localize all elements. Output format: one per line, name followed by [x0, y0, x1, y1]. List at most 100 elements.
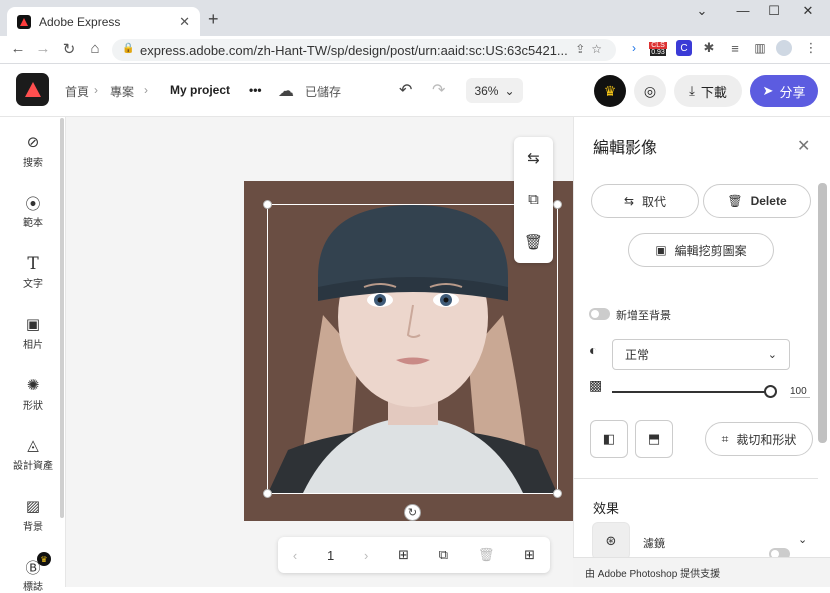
cls-badge: 0.93: [650, 49, 666, 56]
panel-divider: [573, 478, 818, 479]
reload-icon[interactable]: ↻: [59, 40, 79, 58]
crop-label: 裁切和形狀: [736, 432, 797, 447]
c-extension-icon[interactable]: C: [676, 40, 692, 56]
search-icon: ⊘: [26, 134, 40, 151]
delete-label: Delete: [750, 194, 787, 208]
media-icon[interactable]: ≡: [727, 40, 743, 56]
maximize-button[interactable]: ☐: [759, 3, 789, 19]
flip-vertical-button[interactable]: ⬒: [635, 420, 673, 458]
sidebar-item-label: 形狀: [23, 401, 43, 412]
cls-extension-icon[interactable]: CLS 0.93: [648, 39, 668, 59]
minimize-button[interactable]: —: [728, 3, 758, 18]
effects-heading: 效果: [593, 501, 620, 516]
terminal-extension-icon[interactable]: ›: [626, 40, 642, 56]
back-icon[interactable]: ←: [8, 40, 28, 57]
filters-thumbnail[interactable]: ⊛: [592, 522, 630, 560]
url-field[interactable]: 🔒 express.adobe.com/zh-Hant-TW/sp/design…: [112, 39, 616, 61]
sidebar-item-label: 文字: [23, 279, 43, 290]
home-icon[interactable]: ⌂: [85, 40, 105, 57]
page-navigator: ‹ 1 › ⊞ ⧉ 🗑 ⊞: [278, 537, 550, 573]
filters-icon: ⊛: [605, 533, 617, 548]
crown-icon: ♛: [603, 82, 617, 99]
image-icon: ▣: [655, 243, 667, 257]
duplicate-icon[interactable]: ⧉: [528, 191, 539, 208]
panel-scrollbar[interactable]: [818, 183, 827, 443]
new-tab-button[interactable]: +: [208, 9, 219, 30]
duplicate-page-icon[interactable]: ⧉: [439, 547, 448, 563]
prev-page-icon[interactable]: ‹: [293, 548, 297, 563]
sidebar-item-photos[interactable]: ▣ 相片: [0, 315, 66, 351]
resize-handle-bottom-left[interactable]: [263, 489, 272, 498]
omnibox-actions[interactable]: ⇪☆: [575, 42, 608, 56]
add-page-icon[interactable]: ⊞: [398, 547, 409, 563]
blend-mode-icon: ◐: [589, 342, 598, 358]
rotate-icon[interactable]: ↻: [404, 504, 421, 521]
sidebar-item-label: 搜索: [23, 158, 43, 169]
chevron-down-icon: ⌄: [767, 349, 777, 361]
crop-and-shape-button[interactable]: ⌗ 裁切和形狀: [705, 422, 813, 456]
redo-icon[interactable]: ↷: [432, 80, 445, 100]
cloud-icon: ☁: [278, 83, 294, 100]
resize-handle-top-right[interactable]: [553, 200, 562, 209]
filters-label: 濾鏡: [643, 538, 665, 550]
replace-button[interactable]: ⇆ 取代: [591, 184, 699, 218]
sidebar-item-design-assets[interactable]: ◬ 設計資產: [0, 436, 66, 472]
delete-button[interactable]: 🗑 Delete: [703, 184, 811, 218]
lock-icon: 🔒: [122, 43, 135, 54]
templates-icon: ⦿: [25, 196, 41, 213]
flip-horizontal-button[interactable]: ◧: [590, 420, 628, 458]
opacity-slider-track[interactable]: [612, 391, 770, 393]
next-page-icon[interactable]: ›: [364, 548, 368, 563]
share-button[interactable]: ➤ 分享: [750, 75, 818, 107]
sidebar-item-shapes[interactable]: ✺ 形狀: [0, 376, 66, 412]
sidebar-item-text[interactable]: T 文字: [0, 254, 66, 290]
more-options-button[interactable]: •••: [249, 83, 262, 97]
chevron-down-icon: ⌄: [504, 83, 515, 98]
sidebar-item-background[interactable]: ▨ 背景: [0, 497, 66, 533]
shapes-icon: ✺: [26, 377, 40, 394]
menu-icon[interactable]: ⋮: [803, 40, 819, 56]
browser-tab[interactable]: Adobe Express ✕: [7, 7, 200, 36]
powered-by-footer: 由 Adobe Photoshop 提供支援: [573, 557, 830, 587]
sidebar-item-brand[interactable]: Ⓑ 標誌: [0, 557, 66, 593]
opacity-slider-knob[interactable]: [764, 385, 777, 398]
delete-page-icon[interactable]: 🗑: [478, 547, 495, 563]
chevron-down-icon[interactable]: ⌄: [798, 533, 807, 546]
sidebar-item-templates[interactable]: ⦿ 範本: [0, 193, 66, 229]
url-text: express.adobe.com/zh-Hant-TW/sp/design/p…: [140, 42, 568, 58]
zoom-dropdown[interactable]: 36% ⌄: [466, 78, 523, 103]
swap-icon[interactable]: ⇆: [527, 149, 540, 167]
add-to-background-toggle[interactable]: [589, 308, 610, 320]
grid-view-icon[interactable]: ⊞: [524, 547, 535, 563]
swap-icon: ⇆: [623, 194, 635, 208]
breadcrumb-home[interactable]: 首頁: [65, 83, 89, 100]
adobe-express-logo[interactable]: [16, 73, 49, 106]
edit-cutout-button[interactable]: ▣ 編輯挖剪圖案: [628, 233, 774, 267]
window-close-button[interactable]: ✕: [793, 3, 823, 19]
project-name[interactable]: My project: [170, 83, 230, 97]
chevron-down-icon[interactable]: ⌄: [687, 3, 717, 19]
resize-handle-top-left[interactable]: [263, 200, 272, 209]
puzzle-icon[interactable]: ✱: [701, 40, 717, 56]
sidepanel-icon[interactable]: ▥: [752, 40, 768, 56]
blend-mode-select[interactable]: 正常 ⌄: [612, 339, 790, 370]
background-icon: ▨: [25, 498, 41, 515]
download-button[interactable]: ⤓ 下載: [674, 75, 742, 107]
opacity-icon: ▩: [589, 377, 603, 393]
share-label: 分享: [779, 84, 806, 100]
opacity-value[interactable]: 100: [790, 386, 810, 398]
sidebar-scrollbar[interactable]: [60, 118, 64, 518]
lightbulb-button[interactable]: ◎: [634, 75, 666, 107]
forward-icon[interactable]: →: [33, 40, 53, 57]
flip-horizontal-icon: ◧: [602, 431, 616, 446]
close-icon[interactable]: ✕: [797, 136, 810, 156]
breadcrumb-projects[interactable]: 專案: [110, 83, 134, 100]
sidebar-item-search[interactable]: ⊘ 搜索: [0, 133, 66, 169]
panel-title: 編輯影像: [593, 140, 658, 157]
profile-avatar[interactable]: [776, 40, 792, 56]
tab-close-icon[interactable]: ✕: [179, 14, 190, 30]
trash-icon[interactable]: 🗑: [524, 233, 543, 251]
resize-handle-bottom-right[interactable]: [553, 489, 562, 498]
undo-icon[interactable]: ↶: [399, 80, 412, 100]
premium-crown-button[interactable]: ♛: [594, 75, 626, 107]
